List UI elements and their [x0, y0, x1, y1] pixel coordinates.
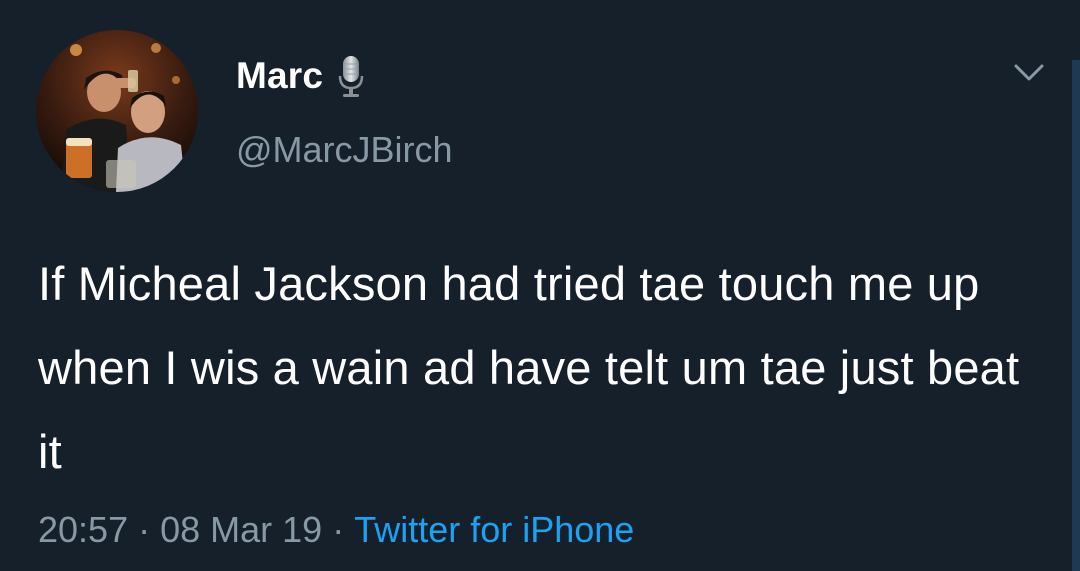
display-name[interactable]: Marc: [236, 52, 323, 100]
tweet-metadata: 20:57 · 08 Mar 19 · Twitter for iPhone: [38, 508, 634, 552]
tweet-text: If Micheal Jackson had tried tae touch m…: [38, 257, 1020, 478]
tweet-card: Marc @MarcJBirch If Micheal Jackson had …: [0, 0, 1080, 571]
tweet-source-link[interactable]: Twitter for iPhone: [354, 509, 634, 550]
chevron-down-icon[interactable]: [1012, 60, 1046, 84]
separator: ·: [332, 509, 345, 550]
user-handle[interactable]: @MarcJBirch: [236, 128, 453, 172]
separator: ·: [138, 509, 151, 550]
avatar-photo: [36, 30, 198, 192]
tweet-time: 20:57: [38, 509, 129, 550]
tweet-date: 08 Mar 19: [160, 509, 323, 550]
scrollbar[interactable]: [1072, 60, 1080, 571]
microphone-icon: [338, 56, 364, 97]
author-name-row[interactable]: Marc: [236, 52, 365, 100]
avatar[interactable]: [36, 30, 198, 192]
